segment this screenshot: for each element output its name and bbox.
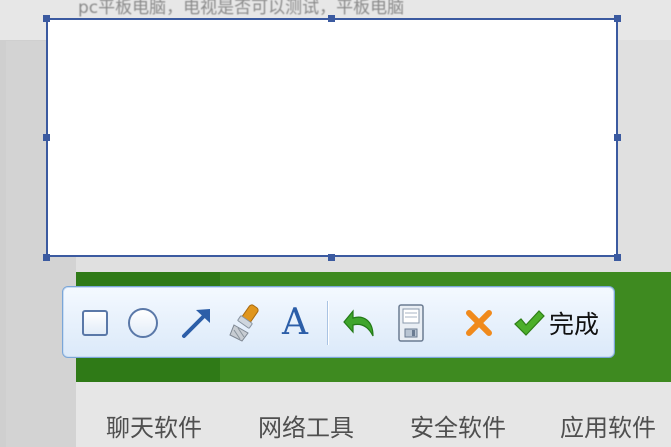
ellipse-tool-button[interactable] — [123, 287, 163, 359]
resize-handle-bottom-left[interactable] — [43, 254, 50, 261]
capture-selection-area[interactable] — [46, 18, 618, 257]
resize-handle-left[interactable] — [43, 134, 50, 141]
cancel-icon — [466, 310, 492, 336]
text-icon: A — [282, 302, 308, 343]
undo-icon — [343, 309, 374, 337]
arrow-icon — [182, 309, 210, 338]
background-tab-network[interactable]: 网络工具 — [258, 408, 354, 443]
done-button-label: 完成 — [549, 310, 600, 339]
cancel-button[interactable] — [459, 287, 499, 359]
save-icon — [398, 304, 424, 342]
save-button[interactable] — [391, 287, 431, 359]
brush-icon — [229, 304, 259, 342]
background-tab-security[interactable]: 安全软件 — [410, 408, 506, 443]
background-tab-apps[interactable]: 应用软件 — [560, 408, 656, 443]
background-header-text: pc平板电脑，电视是否可以测试，平板电脑 — [78, 0, 405, 18]
text-tool-button[interactable]: A — [275, 287, 315, 359]
resize-handle-top[interactable] — [328, 15, 335, 22]
brush-tool-button[interactable] — [227, 287, 267, 359]
rectangle-icon — [82, 310, 108, 336]
resize-handle-bottom[interactable] — [328, 254, 335, 261]
resize-handle-bottom-right[interactable] — [614, 254, 621, 261]
ellipse-icon — [128, 308, 158, 338]
background-left-edge — [0, 40, 6, 447]
check-icon — [514, 310, 545, 336]
resize-handle-right[interactable] — [614, 134, 621, 141]
toolbar-separator — [327, 301, 328, 345]
rectangle-tool-button[interactable] — [75, 287, 115, 359]
undo-button[interactable] — [341, 287, 381, 359]
background-tab-chat[interactable]: 聊天软件 — [106, 408, 202, 443]
resize-handle-top-left[interactable] — [43, 15, 50, 22]
screenshot-toolbar: A 完成 — [62, 286, 615, 358]
arrow-tool-button[interactable] — [177, 287, 217, 359]
resize-handle-top-right[interactable] — [614, 15, 621, 22]
done-button[interactable]: 完成 — [513, 287, 599, 359]
